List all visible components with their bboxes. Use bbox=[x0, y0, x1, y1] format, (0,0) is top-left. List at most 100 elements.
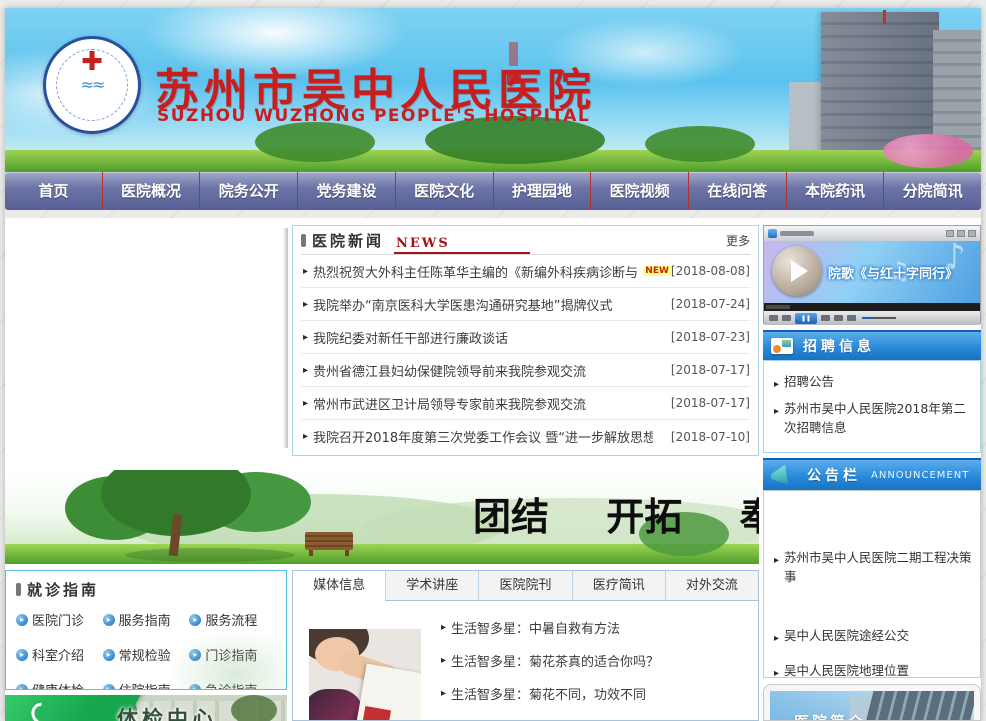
media-thumbnail[interactable] bbox=[309, 629, 421, 721]
guide-link-label: 门诊指南 bbox=[205, 645, 257, 664]
volume-slider[interactable] bbox=[862, 317, 896, 319]
stop-icon[interactable] bbox=[769, 315, 778, 321]
play-button[interactable] bbox=[772, 246, 822, 296]
guide-link-outpatient-guide[interactable]: ▸门诊指南 bbox=[189, 645, 276, 664]
news-item-text: 常州市武进区卫计局领导专家前来我院参观交流 bbox=[313, 394, 586, 413]
tab-academic-lectures[interactable]: 学术讲座 bbox=[385, 571, 478, 601]
player-title-text bbox=[780, 231, 814, 236]
news-item[interactable]: ▸ 常州市武进区卫计局领导专家前来我院参观交流 [2018-07-17] bbox=[301, 387, 750, 420]
calligraphy-seal bbox=[507, 70, 521, 84]
arrow-bullet-icon: ▸ bbox=[303, 266, 308, 277]
maximize-icon[interactable] bbox=[957, 230, 965, 237]
song-title: 院歌《与红十字同行》 bbox=[828, 263, 958, 282]
nav-item-home[interactable]: 首页 bbox=[5, 172, 103, 210]
nav-item-pharmacy-news[interactable]: 本院药讯 bbox=[787, 172, 885, 210]
recruitment-icon bbox=[771, 338, 793, 354]
player-app-icon bbox=[768, 229, 777, 238]
news-item-text: 热烈祝贺大外科主任陈革华主编的《新编外科疾病诊断与治 bbox=[313, 262, 639, 281]
announcement-item[interactable]: ▸ 吴中人民医院途经公交 bbox=[772, 627, 972, 646]
media-tabs: 媒体信息 学术讲座 医院院刊 医疗简讯 对外交流 bbox=[293, 571, 758, 601]
announcement-list: ▸ 苏州市吴中人民医院二期工程决策事 ▸ 吴中人民医院途经公交 ▸ 吴中人民医院… bbox=[763, 490, 981, 678]
slogan-banner: 团结 开拓 奉献 bbox=[5, 470, 759, 564]
recruitment-item-text: 苏州市吴中人民医院2018年第二次招聘信息 bbox=[784, 400, 972, 438]
guide-link-service-flow[interactable]: ▸ 服务流程 bbox=[189, 610, 276, 629]
intro-building-photo: 医院简介 bbox=[770, 691, 974, 721]
guide-link-departments[interactable]: ▸科室介绍 bbox=[16, 645, 103, 664]
news-item[interactable]: ▸ 我院召开2018年度第三次党委工作会议 暨“进一步解放思想 [2018-07… bbox=[301, 420, 750, 453]
circle-arrow-icon: ▸ bbox=[189, 614, 201, 626]
guide-link-outpatient[interactable]: ▸医院门诊 bbox=[16, 610, 103, 629]
pause-button[interactable] bbox=[795, 313, 817, 324]
nav-item-culture[interactable]: 医院文化 bbox=[396, 172, 494, 210]
tab-external-exchange[interactable]: 对外交流 bbox=[665, 571, 758, 601]
checkup-banner[interactable]: 体检中心 bbox=[5, 695, 287, 721]
nav-item-public-affairs[interactable]: 院务公开 bbox=[200, 172, 298, 210]
announcement-item[interactable]: ▸ 苏州市吴中人民医院二期工程决策事 bbox=[772, 549, 972, 587]
tab-media-info[interactable]: 媒体信息 bbox=[293, 571, 385, 601]
news-item[interactable]: ▸ 贵州省德江县妇幼保健院领导前来我院参观交流 [2018-07-17] bbox=[301, 354, 750, 387]
playlist-icon[interactable] bbox=[834, 315, 843, 321]
news-item[interactable]: ▸ 我院纪委对新任干部进行廉政谈话 [2018-07-23] bbox=[301, 321, 750, 354]
recruitment-item[interactable]: ▸ 苏州市吴中人民医院2018年第二次招聘信息 bbox=[772, 400, 972, 438]
nav-item-nursing[interactable]: 护理园地 bbox=[494, 172, 592, 210]
arrow-bullet-icon: ▸ bbox=[303, 332, 308, 343]
guide-link-inpatient-guide[interactable]: ▸住院指南 bbox=[103, 680, 190, 690]
guide-grid: ▸医院门诊 ▸服务指南 ▸服务流程 ▸科室介绍 ▸常规检验 ▸门诊指南 ▸健康体… bbox=[16, 610, 276, 690]
guide-link-emergency-guide[interactable]: ▸急诊指南 bbox=[189, 680, 276, 690]
news-subtitle: NEWS bbox=[394, 236, 530, 254]
minimize-icon[interactable] bbox=[946, 230, 954, 237]
video-player: ♪ ♫ 院歌《与红十字同行》 bbox=[763, 225, 981, 324]
tab-hospital-journal[interactable]: 医院院刊 bbox=[478, 571, 571, 601]
guide-panel: 就诊指南 ▸医院门诊 ▸服务指南 ▸服务流程 ▸科室介绍 ▸常规检验 ▸门诊指南… bbox=[5, 570, 287, 690]
guide-link-label: 服务流程 bbox=[205, 610, 257, 629]
volume-icon[interactable] bbox=[847, 315, 856, 321]
grass-band bbox=[5, 544, 759, 564]
announcement-item[interactable]: ▸ 吴中人民医院地理位置 bbox=[772, 662, 972, 681]
news-item-text: 我院纪委对新任干部进行廉政谈话 bbox=[313, 328, 508, 347]
slogan-word: 开拓 bbox=[606, 494, 682, 539]
player-progress-bar[interactable] bbox=[764, 303, 980, 311]
guide-title: 就诊指南 bbox=[27, 579, 99, 600]
recruitment-header: 招聘信息 bbox=[763, 330, 981, 360]
player-artwork: ♪ ♫ 院歌《与红十字同行》 bbox=[764, 241, 980, 303]
news-item[interactable]: ▸ 热烈祝贺大外科主任陈革华主编的《新编外科疾病诊断与治 NEW [2018-0… bbox=[301, 255, 750, 288]
news-item-date: [2018-07-23] bbox=[671, 330, 750, 344]
news-item-date: [2018-07-17] bbox=[671, 396, 750, 410]
guide-link-service-guide[interactable]: ▸服务指南 bbox=[103, 610, 190, 629]
news-item[interactable]: ▸ 我院举办“南京医科大学医患沟通研究基地”揭牌仪式 [2018-07-24] bbox=[301, 288, 750, 321]
recruitment-list: ▸ 招聘公告 ▸ 苏州市吴中人民医院2018年第二次招聘信息 bbox=[763, 360, 981, 453]
recruitment-item[interactable]: ▸ 招聘公告 bbox=[772, 373, 972, 392]
circle-arrow-icon: ▸ bbox=[189, 684, 201, 691]
arrow-bullet-icon: ▸ bbox=[441, 622, 446, 633]
bullet-icon bbox=[16, 583, 21, 596]
guide-header: 就诊指南 bbox=[16, 579, 276, 600]
guide-link-health-checkup[interactable]: ▸健康体检 bbox=[16, 680, 103, 690]
guide-link-lab-tests[interactable]: ▸常规检验 bbox=[103, 645, 190, 664]
nav-item-branch-news[interactable]: 分院简讯 bbox=[884, 172, 981, 210]
tree-decoration bbox=[645, 126, 755, 162]
news-item-date: [2018-07-24] bbox=[671, 297, 750, 311]
news-item-text: 我院召开2018年度第三次党委工作会议 暨“进一步解放思想 bbox=[313, 427, 653, 446]
tree-decoration bbox=[255, 122, 375, 162]
announcement-item-text: 吴中人民医院途经公交 bbox=[784, 627, 909, 646]
nav-item-overview[interactable]: 医院概况 bbox=[103, 172, 201, 210]
media-item[interactable]: ▸ 生活智多星：中暑自救有方法 bbox=[439, 611, 758, 644]
next-icon[interactable] bbox=[821, 315, 830, 321]
news-more-link[interactable]: 更多 bbox=[726, 232, 750, 249]
nav-item-party-building[interactable]: 党务建设 bbox=[298, 172, 396, 210]
media-item[interactable]: ▸ 生活智多星：菊花茶真的适合你吗？ bbox=[439, 644, 758, 677]
content-area: 医院新闻 NEWS 更多 ▸ 热烈祝贺大外科主任陈革华主编的《新编外科疾病诊断与… bbox=[5, 218, 981, 721]
new-badge: NEW bbox=[643, 266, 671, 276]
announcement-subtitle: ANNOUNCEMENT bbox=[871, 470, 969, 481]
media-item[interactable]: ▸ 生活智多星：菊花不同，功效不同 bbox=[439, 677, 758, 710]
arrow-bullet-icon: ▸ bbox=[303, 431, 308, 442]
previous-icon[interactable] bbox=[782, 315, 791, 321]
guide-link-label: 住院指南 bbox=[119, 680, 171, 690]
intro-panel[interactable]: 医院简介 bbox=[763, 684, 981, 721]
checkup-title: 体检中心 bbox=[117, 703, 217, 721]
media-item[interactable]: ▸ 生活智多星：常见旅游病要注意 bbox=[439, 710, 758, 721]
tab-medical-briefs[interactable]: 医疗简讯 bbox=[572, 571, 665, 601]
nav-item-online-qa[interactable]: 在线问答 bbox=[689, 172, 787, 210]
close-icon[interactable] bbox=[968, 230, 976, 237]
nav-item-videos[interactable]: 医院视频 bbox=[591, 172, 689, 210]
